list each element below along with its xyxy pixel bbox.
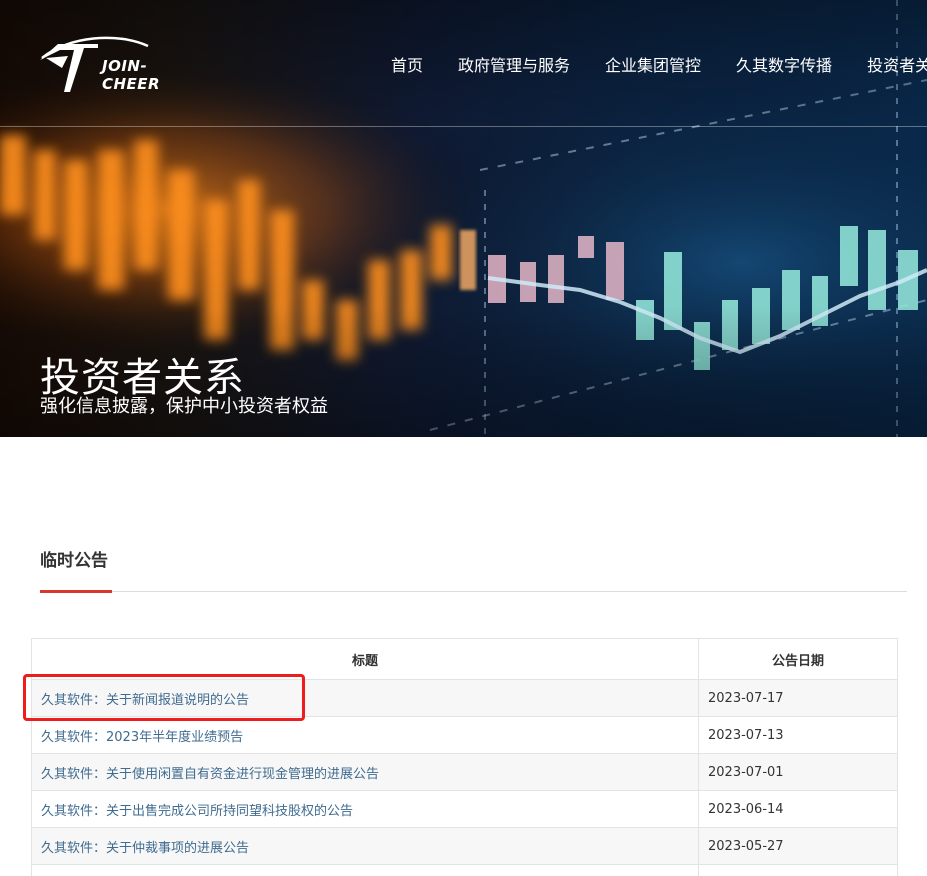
- date-cell: 2023-07-01: [698, 753, 898, 791]
- section-title: 临时公告: [40, 551, 108, 571]
- title-cell: 久其软件：关于使用闲置自有资金进行现金管理的进展公告: [31, 753, 699, 791]
- table-row: 久其软件：关于新闻报道说明的公告 2023-07-17: [31, 679, 898, 717]
- title-cell: [31, 864, 699, 876]
- date-cell: 2023-06-14: [698, 790, 898, 828]
- section-divider: [40, 591, 907, 592]
- nav-item-government[interactable]: 政府管理与服务: [458, 52, 570, 76]
- table-header-row: 标题 公告日期: [31, 638, 898, 680]
- table-row: 久其软件：关于仲裁事项的进展公告 2023-05-27: [31, 827, 898, 865]
- nav-item-investor-relations[interactable]: 投资者关: [867, 52, 927, 76]
- announcement-link[interactable]: 久其软件：关于仲裁事项的进展公告: [41, 841, 249, 856]
- page: JOIN-CHEER 首页 政府管理与服务 企业集团管控 久其数字传播 投资者关…: [0, 0, 927, 876]
- logo-text: JOIN-CHEER: [102, 57, 161, 93]
- nav-item-home[interactable]: 首页: [391, 52, 423, 76]
- table-row: [31, 864, 898, 876]
- section-active-underline: [40, 590, 112, 593]
- column-header-date: 公告日期: [698, 638, 898, 680]
- announcement-link[interactable]: 久其软件：关于使用闲置自有资金进行现金管理的进展公告: [41, 767, 379, 782]
- date-cell: 2023-07-17: [698, 679, 898, 717]
- date-cell: 2023-05-27: [698, 827, 898, 865]
- date-cell: [698, 864, 898, 876]
- title-cell: 久其软件：关于仲裁事项的进展公告: [31, 827, 699, 865]
- table-row: 久其软件：关于出售完成公司所持同望科技股权的公告 2023-06-14: [31, 790, 898, 828]
- announcement-link[interactable]: 久其软件：关于出售完成公司所持同望科技股权的公告: [41, 804, 353, 819]
- date-cell: 2023-07-13: [698, 716, 898, 754]
- nav-item-enterprise[interactable]: 企业集团管控: [605, 52, 701, 76]
- nav-divider: [0, 126, 927, 127]
- nav-item-digital-media[interactable]: 久其数字传播: [736, 52, 832, 76]
- announcement-table: 标题 公告日期 久其软件：关于新闻报道说明的公告 2023-07-17 久其软件…: [31, 638, 898, 876]
- title-cell: 久其软件：关于出售完成公司所持同望科技股权的公告: [31, 790, 699, 828]
- hero-banner: JOIN-CHEER 首页 政府管理与服务 企业集团管控 久其数字传播 投资者关…: [0, 0, 927, 437]
- hero-subtitle: 强化信息披露，保护中小投资者权益: [40, 396, 328, 417]
- title-cell: 久其软件：2023年半年度业绩预告: [31, 716, 699, 754]
- title-cell: 久其软件：关于新闻报道说明的公告: [31, 679, 699, 717]
- table-row: 久其软件：关于使用闲置自有资金进行现金管理的进展公告 2023-07-01: [31, 753, 898, 791]
- announcement-link[interactable]: 久其软件：2023年半年度业绩预告: [41, 730, 243, 745]
- announcement-link[interactable]: 久其软件：关于新闻报道说明的公告: [41, 693, 249, 708]
- main-nav: 首页 政府管理与服务 企业集团管控 久其数字传播 投资者关: [391, 52, 927, 76]
- table-row: 久其软件：2023年半年度业绩预告 2023-07-13: [31, 716, 898, 754]
- column-header-title: 标题: [31, 638, 699, 680]
- join-cheer-logo[interactable]: JOIN-CHEER: [38, 34, 188, 94]
